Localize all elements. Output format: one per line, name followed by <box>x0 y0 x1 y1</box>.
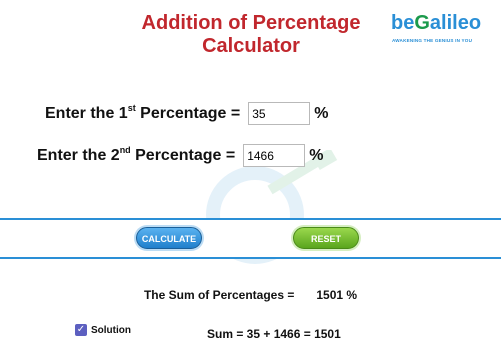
begalileo-logo: beGalileo AWAKENING THE GENIUS IN YOU <box>391 12 495 50</box>
second-percentage-input[interactable] <box>243 144 306 167</box>
title-line-2: Calculator <box>202 35 300 57</box>
second-percentage-label: Enter the 2nd Percentage = <box>37 144 236 164</box>
result-label: The Sum of Percentages = <box>143 288 295 302</box>
logo-tagline: AWAKENING THE GENIUS IN YOU <box>392 38 473 43</box>
solution-equation: Sum = 35 + 1466 = 1501 <box>207 327 341 341</box>
solution-label[interactable]: Solution <box>91 325 131 336</box>
page-title: Addition of Percentage Calculator <box>120 12 382 58</box>
first-percentage-row: Enter the 1st Percentage = % <box>45 102 328 125</box>
title-line-1: Addition of Percentage <box>141 12 361 34</box>
logo-wordmark: beGalileo <box>391 12 481 35</box>
logo-g: G <box>414 12 430 34</box>
button-band <box>0 218 501 259</box>
reset-button[interactable]: RESET <box>293 227 359 249</box>
result-value: 1501 % <box>316 288 358 302</box>
second-percent-sign: % <box>309 146 324 164</box>
result-line: The Sum of Percentages = 1501 % <box>0 288 501 302</box>
first-percentage-input[interactable] <box>248 102 311 125</box>
first-percentage-label: Enter the 1st Percentage = <box>45 102 241 122</box>
logo-alileo: alileo <box>429 12 482 34</box>
calculate-button[interactable]: CALCULATE <box>136 227 202 249</box>
logo-be: be <box>391 12 415 34</box>
second-percentage-row: Enter the 2nd Percentage = % <box>37 144 323 167</box>
solution-checkbox[interactable]: ✓ <box>75 324 87 336</box>
first-percent-sign: % <box>314 104 329 122</box>
